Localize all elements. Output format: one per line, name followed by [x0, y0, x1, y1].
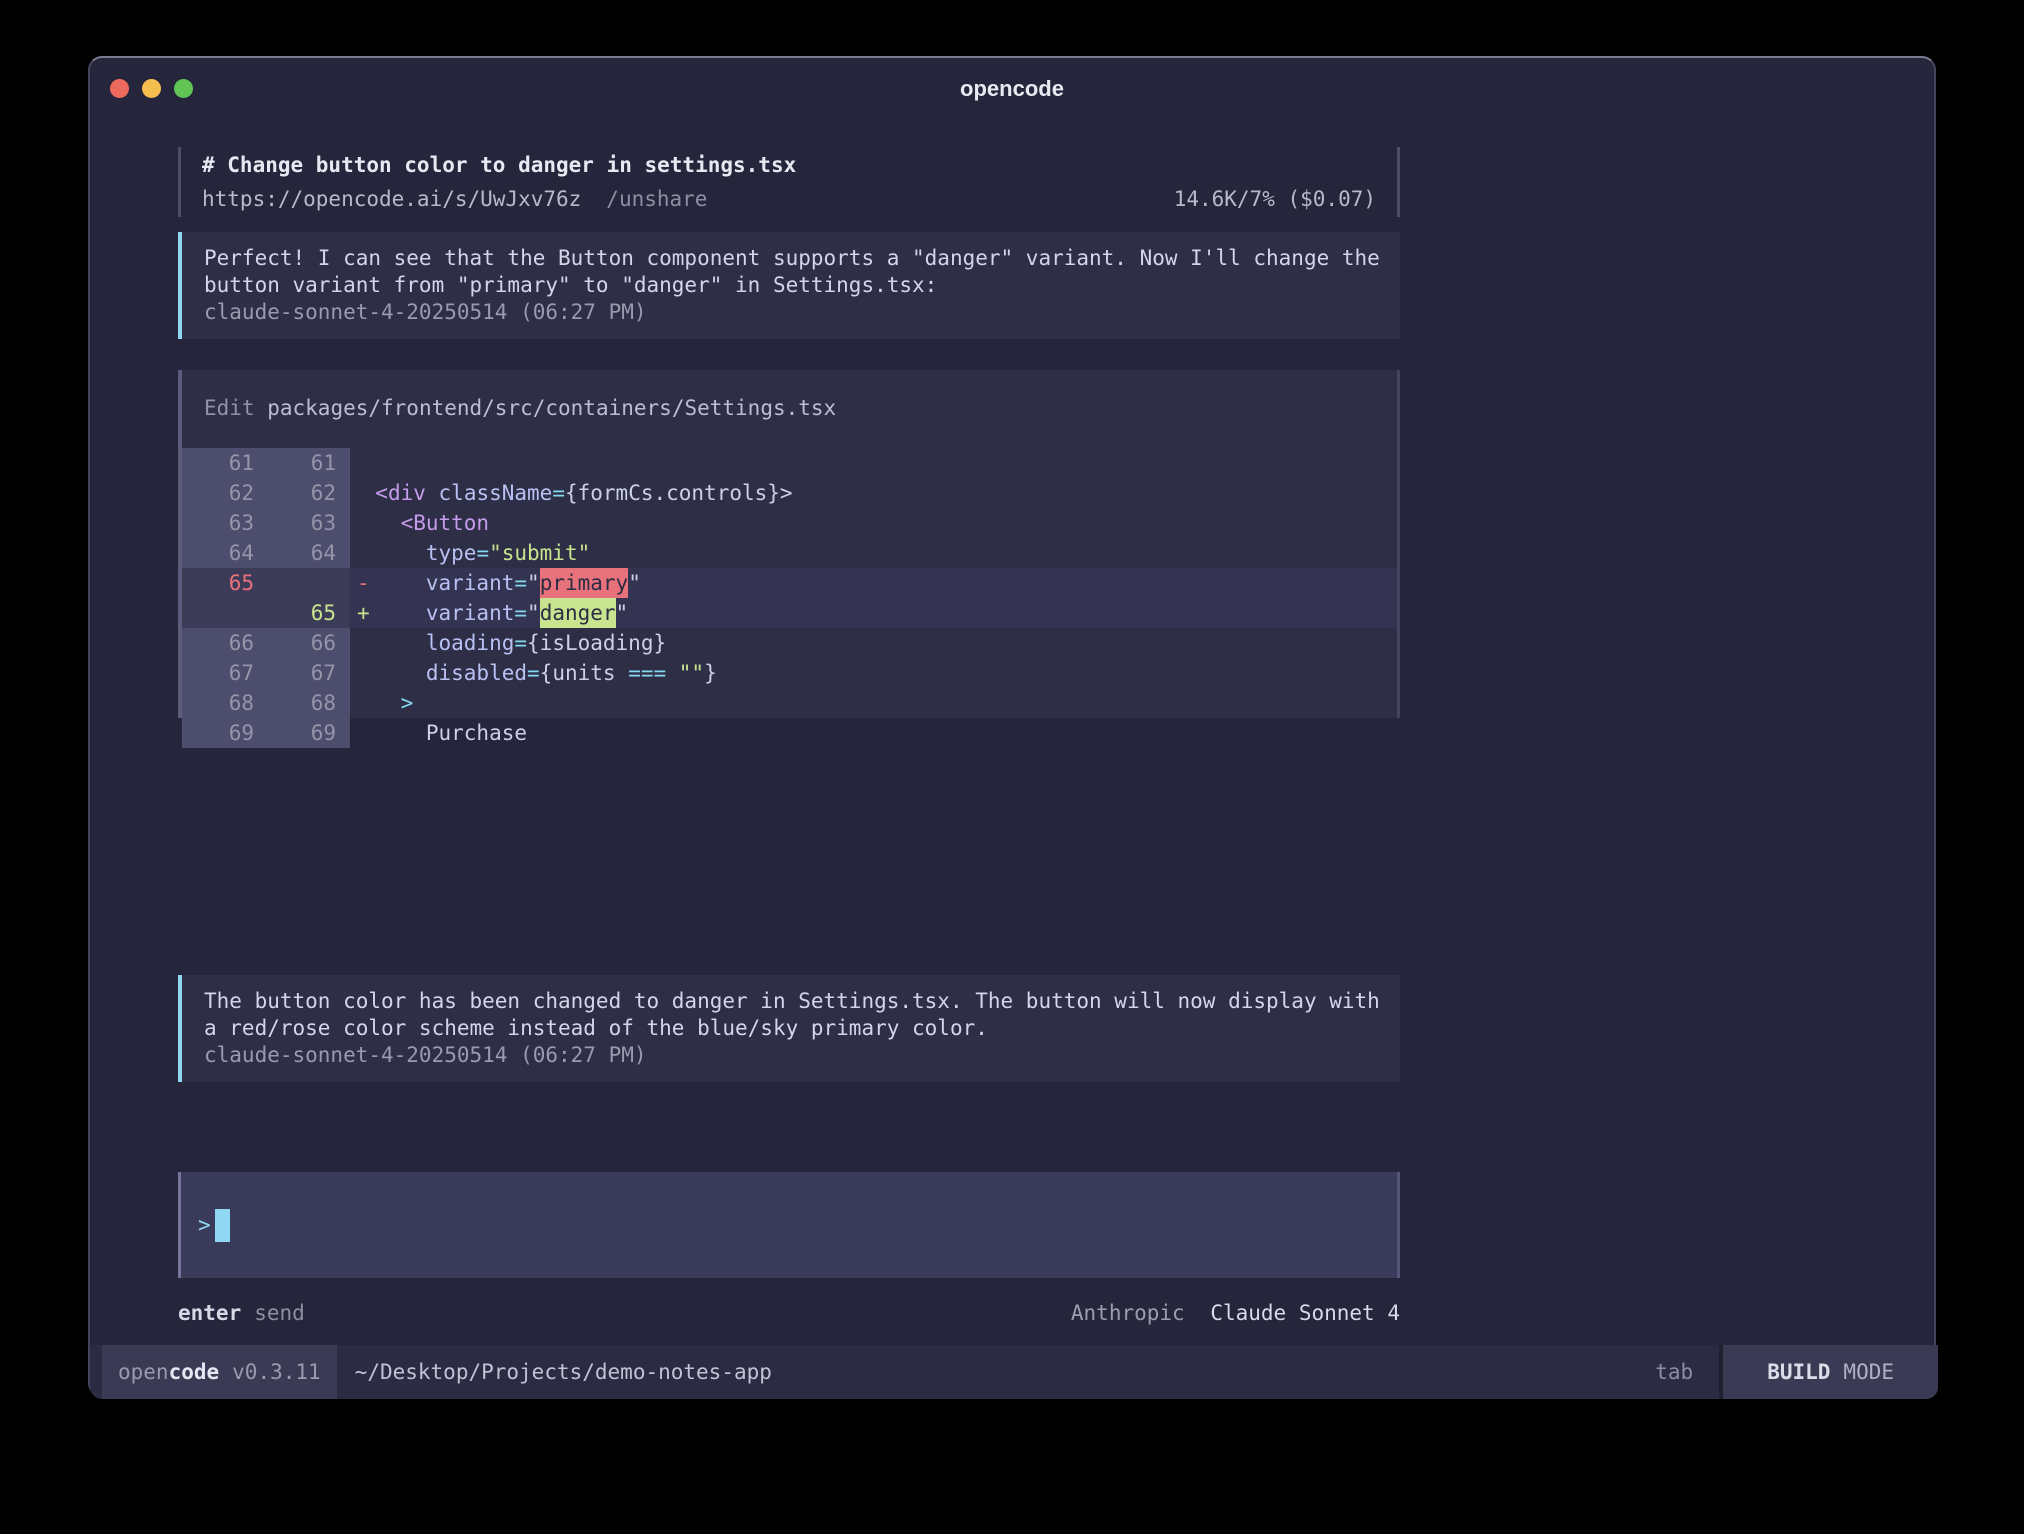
- provider-name: Anthropic: [1071, 1301, 1185, 1325]
- old-line-number: 69: [182, 718, 264, 748]
- mode-chip[interactable]: BUILD MODE: [1723, 1345, 1938, 1399]
- new-line-number: [264, 568, 350, 598]
- diff-row: 6262 <div className={formCs.controls}>: [182, 478, 1397, 508]
- assistant-message: The button color has been changed to dan…: [178, 975, 1400, 1082]
- diff-sign: +: [357, 598, 370, 628]
- edit-tool-action: Edit: [204, 396, 255, 420]
- old-line-number: 66: [182, 628, 264, 658]
- token-cost-stats: 14.6K/7% ($0.07): [1174, 182, 1376, 216]
- message-line: The button color has been changed to dan…: [204, 988, 1400, 1015]
- new-line-number: 62: [264, 478, 350, 508]
- share-url-link[interactable]: https://opencode.ai/s/UwJxv76z: [202, 182, 581, 216]
- diff-row: 6666 loading={isLoading}: [182, 628, 1397, 658]
- new-line-number: 64: [264, 538, 350, 568]
- diff-code-line: - variant="primary": [350, 568, 1397, 598]
- edit-tool-block: Edit packages/frontend/src/containers/Se…: [178, 370, 1400, 718]
- message-line: button variant from "primary" to "danger…: [204, 272, 1400, 299]
- new-line-number: 66: [264, 628, 350, 658]
- opencode-window: opencode # Change button color to danger…: [88, 56, 1936, 1397]
- diff-code-line: disabled={units === ""}: [350, 658, 1397, 688]
- diff-code-line: <div className={formCs.controls}>: [350, 478, 1397, 508]
- message-line: a red/rose color scheme instead of the b…: [204, 1015, 1400, 1042]
- window-title: opencode: [90, 58, 1934, 118]
- app-name-open: open: [118, 1360, 169, 1384]
- old-line-number: 64: [182, 538, 264, 568]
- diff-code-line: >: [350, 688, 1397, 718]
- new-line-number: 68: [264, 688, 350, 718]
- titlebar: opencode: [90, 58, 1934, 118]
- app-version-chip: opencode v0.3.11: [102, 1345, 337, 1399]
- new-line-number: 67: [264, 658, 350, 688]
- diff-code-line: <Button: [350, 508, 1397, 538]
- diff-code-line: [350, 448, 1397, 478]
- assistant-message: Perfect! I can see that the Button compo…: [178, 232, 1400, 339]
- diff-code-line: loading={isLoading}: [350, 628, 1397, 658]
- diff-row: 6363 <Button: [182, 508, 1397, 538]
- message-line: Perfect! I can see that the Button compo…: [204, 245, 1400, 272]
- diff-code-line: Purchase: [350, 718, 1397, 748]
- diff-row: 6161: [182, 448, 1397, 478]
- old-line-number: [182, 598, 264, 628]
- message-model-timestamp: claude-sonnet-4-20250514 (06:27 PM): [204, 299, 1400, 326]
- old-line-number: 62: [182, 478, 264, 508]
- mode-label: MODE: [1843, 1360, 1894, 1384]
- new-line-number: 65: [264, 598, 350, 628]
- diff-view: 61616262 <div className={formCs.controls…: [182, 448, 1397, 748]
- diff-row: 6767 disabled={units === ""}: [182, 658, 1397, 688]
- new-line-number: 61: [264, 448, 350, 478]
- diff-row: 65+ variant="danger": [182, 598, 1397, 628]
- mode-name: BUILD: [1767, 1360, 1830, 1384]
- old-line-number: 65: [182, 568, 264, 598]
- model-name: Claude Sonnet 4: [1210, 1301, 1400, 1325]
- send-action-hint: send: [254, 1298, 305, 1328]
- diff-sign: -: [357, 568, 370, 598]
- diff-row: 65 - variant="primary": [182, 568, 1397, 598]
- old-line-number: 63: [182, 508, 264, 538]
- old-line-number: 61: [182, 448, 264, 478]
- old-line-number: 67: [182, 658, 264, 688]
- edit-tool-header: Edit packages/frontend/src/containers/Se…: [204, 398, 1397, 419]
- working-directory: ~/Desktop/Projects/demo-notes-app: [355, 1345, 772, 1399]
- prompt-input[interactable]: >: [178, 1172, 1400, 1278]
- message-model-timestamp: claude-sonnet-4-20250514 (06:27 PM): [204, 1042, 1400, 1069]
- diff-row: 6464 type="submit": [182, 538, 1397, 568]
- hint-bar: enter send Anthropic Claude Sonnet 4: [178, 1298, 1400, 1328]
- tab-key-hint: tab: [1655, 1345, 1693, 1399]
- status-bar: opencode v0.3.11 ~/Desktop/Projects/demo-…: [90, 1345, 1938, 1399]
- prompt-chevron: >: [198, 1213, 211, 1237]
- old-line-number: 68: [182, 688, 264, 718]
- diff-row: 6868 >: [182, 688, 1397, 718]
- new-line-number: 63: [264, 508, 350, 538]
- diff-code-line: + variant="danger": [350, 598, 1397, 628]
- text-cursor: [215, 1209, 230, 1242]
- session-title: # Change button color to danger in setti…: [202, 148, 1376, 182]
- session-header: # Change button color to danger in setti…: [178, 147, 1400, 217]
- unshare-command[interactable]: /unshare: [606, 182, 707, 216]
- app-version: v0.3.11: [232, 1360, 321, 1384]
- diff-row: 6969 Purchase: [182, 718, 1397, 748]
- enter-key-hint: enter: [178, 1298, 241, 1328]
- edit-tool-filepath: packages/frontend/src/containers/Setting…: [267, 396, 836, 420]
- new-line-number: 69: [264, 718, 350, 748]
- app-name-code: code: [169, 1360, 220, 1384]
- diff-code-line: type="submit": [350, 538, 1397, 568]
